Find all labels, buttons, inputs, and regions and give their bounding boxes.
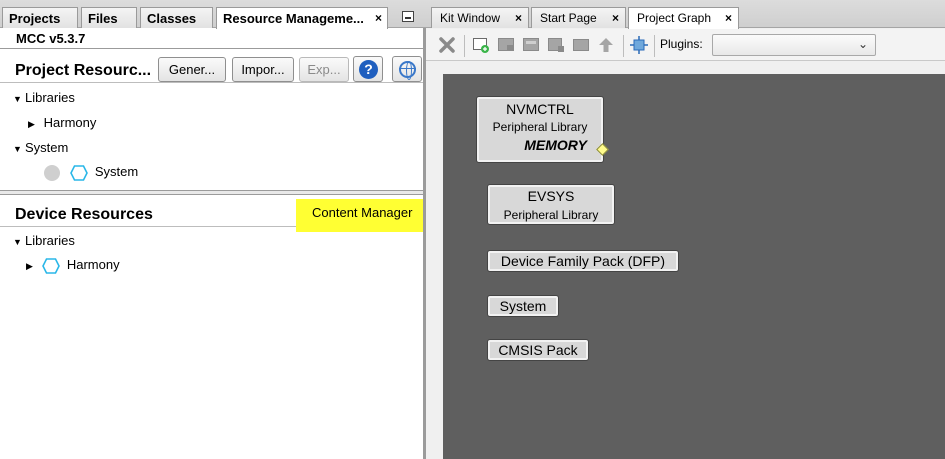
tree-item-device-libraries[interactable]: ▼ Libraries xyxy=(13,233,75,248)
delete-icon[interactable] xyxy=(438,36,456,54)
tab-kit-window[interactable]: Kit Window × xyxy=(431,7,529,28)
close-icon[interactable]: × xyxy=(375,11,382,25)
fit-icon[interactable] xyxy=(630,36,648,54)
collapsed-triangle-icon[interactable]: ▶ xyxy=(28,119,40,130)
minimize-icon[interactable] xyxy=(402,11,414,22)
node-system[interactable]: System xyxy=(487,295,559,317)
tab-classes-label: Classes xyxy=(147,11,197,26)
tree-item-device-harmony[interactable]: ▶ Harmony xyxy=(26,257,120,274)
plugins-select[interactable]: ⌄ xyxy=(712,34,876,56)
tree-item-harmony[interactable]: ▶ Harmony xyxy=(28,115,96,130)
right-tab-bar: Kit Window × Start Page × Project Graph … xyxy=(426,0,945,29)
hexagon-icon xyxy=(41,257,60,274)
close-icon[interactable]: × xyxy=(725,11,732,25)
tree-label: Libraries xyxy=(25,90,75,105)
node-dfp[interactable]: Device Family Pack (DFP) xyxy=(487,250,679,272)
tab-projects[interactable]: Projects xyxy=(2,7,78,28)
import-button[interactable]: Impor... xyxy=(232,57,294,82)
tree-item-system-group[interactable]: ▼ System xyxy=(13,140,68,155)
resource-management-panel: Projects Files Classes Resource Manageme… xyxy=(0,0,426,459)
globe-icon xyxy=(399,61,416,80)
tree-item-libraries[interactable]: ▼ Libraries xyxy=(13,90,75,105)
tab-resource-management-label: Resource Manageme... xyxy=(223,11,364,26)
tree-label: System xyxy=(94,164,139,179)
export-button[interactable]: Exp... xyxy=(299,57,349,82)
tab-project-graph[interactable]: Project Graph × xyxy=(628,7,739,29)
globe-button[interactable] xyxy=(392,56,422,82)
project-graph-canvas[interactable]: NVMCTRL Peripheral Library MEMORY EVSYS … xyxy=(443,74,945,459)
collapsed-triangle-icon[interactable]: ▶ xyxy=(26,261,38,272)
tab-projects-label: Projects xyxy=(9,11,61,26)
tab-kit-window-label: Kit Window xyxy=(440,11,501,25)
tab-start-page[interactable]: Start Page × xyxy=(531,7,626,28)
hexagon-icon xyxy=(69,164,88,181)
close-icon[interactable]: × xyxy=(612,11,619,25)
project-resources-title: Project Resourc... xyxy=(15,62,152,79)
node-title: EVSYS xyxy=(527,188,575,204)
node-title: CMSIS Pack xyxy=(498,342,578,358)
node-title: NVMCTRL xyxy=(506,101,574,117)
close-icon[interactable]: × xyxy=(515,11,522,25)
node-evsys[interactable]: EVSYS Peripheral Library xyxy=(487,184,615,225)
help-icon: ? xyxy=(359,60,378,79)
expanded-triangle-icon[interactable]: ▼ xyxy=(13,144,25,154)
tree-label: Harmony xyxy=(43,115,97,130)
node-subtitle: Peripheral Library xyxy=(492,120,588,134)
tab-classes[interactable]: Classes xyxy=(140,7,213,28)
section-splitter[interactable] xyxy=(0,190,426,195)
chevron-down-icon: ⌄ xyxy=(857,37,868,51)
node-title: System xyxy=(499,298,547,314)
tree-item-system[interactable]: System xyxy=(44,164,138,181)
add-node-icon[interactable] xyxy=(472,36,490,54)
expanded-triangle-icon[interactable]: ▼ xyxy=(13,94,25,104)
tree-label: Harmony xyxy=(66,257,120,272)
tree-label: Libraries xyxy=(25,233,75,248)
plugins-label: Plugins: xyxy=(660,37,703,51)
toolbar-separator xyxy=(654,35,655,57)
node-icon[interactable] xyxy=(547,36,565,54)
tab-start-page-label: Start Page xyxy=(540,11,597,25)
node-icon[interactable] xyxy=(522,36,540,54)
node-nvmctrl[interactable]: NVMCTRL Peripheral Library MEMORY xyxy=(476,96,604,163)
content-manager-button[interactable]: Content Manager xyxy=(302,202,420,226)
device-resources-title: Device Resources xyxy=(15,206,153,223)
tab-resource-management[interactable]: Resource Manageme... × xyxy=(216,7,388,29)
generate-button[interactable]: Gener... xyxy=(158,57,226,82)
left-tab-bar: Projects Files Classes Resource Manageme… xyxy=(0,0,426,29)
tab-project-graph-label: Project Graph xyxy=(637,11,712,25)
node-title: Device Family Pack (DFP) xyxy=(500,253,666,269)
node-icon[interactable] xyxy=(572,36,590,54)
tree-label: System xyxy=(25,140,69,155)
tab-files-label: Files xyxy=(88,11,118,26)
toolbar-separator xyxy=(464,35,465,57)
node-subtitle: Peripheral Library xyxy=(503,208,599,222)
graph-toolbar: Plugins: ⌄ xyxy=(426,29,945,61)
node-tag: MEMORY xyxy=(524,137,587,153)
tab-files[interactable]: Files xyxy=(81,7,137,28)
help-button[interactable]: ? xyxy=(353,56,383,82)
expanded-triangle-icon[interactable]: ▼ xyxy=(13,237,25,247)
project-graph-panel: Kit Window × Start Page × Project Graph … xyxy=(426,0,945,459)
toolbar-separator xyxy=(623,35,624,57)
component-status-icon xyxy=(44,164,60,181)
node-icon[interactable] xyxy=(497,36,515,54)
arrow-up-icon[interactable] xyxy=(597,36,615,54)
mcc-version: MCC v5.3.7 xyxy=(0,29,426,49)
node-cmsis-pack[interactable]: CMSIS Pack xyxy=(487,339,589,361)
